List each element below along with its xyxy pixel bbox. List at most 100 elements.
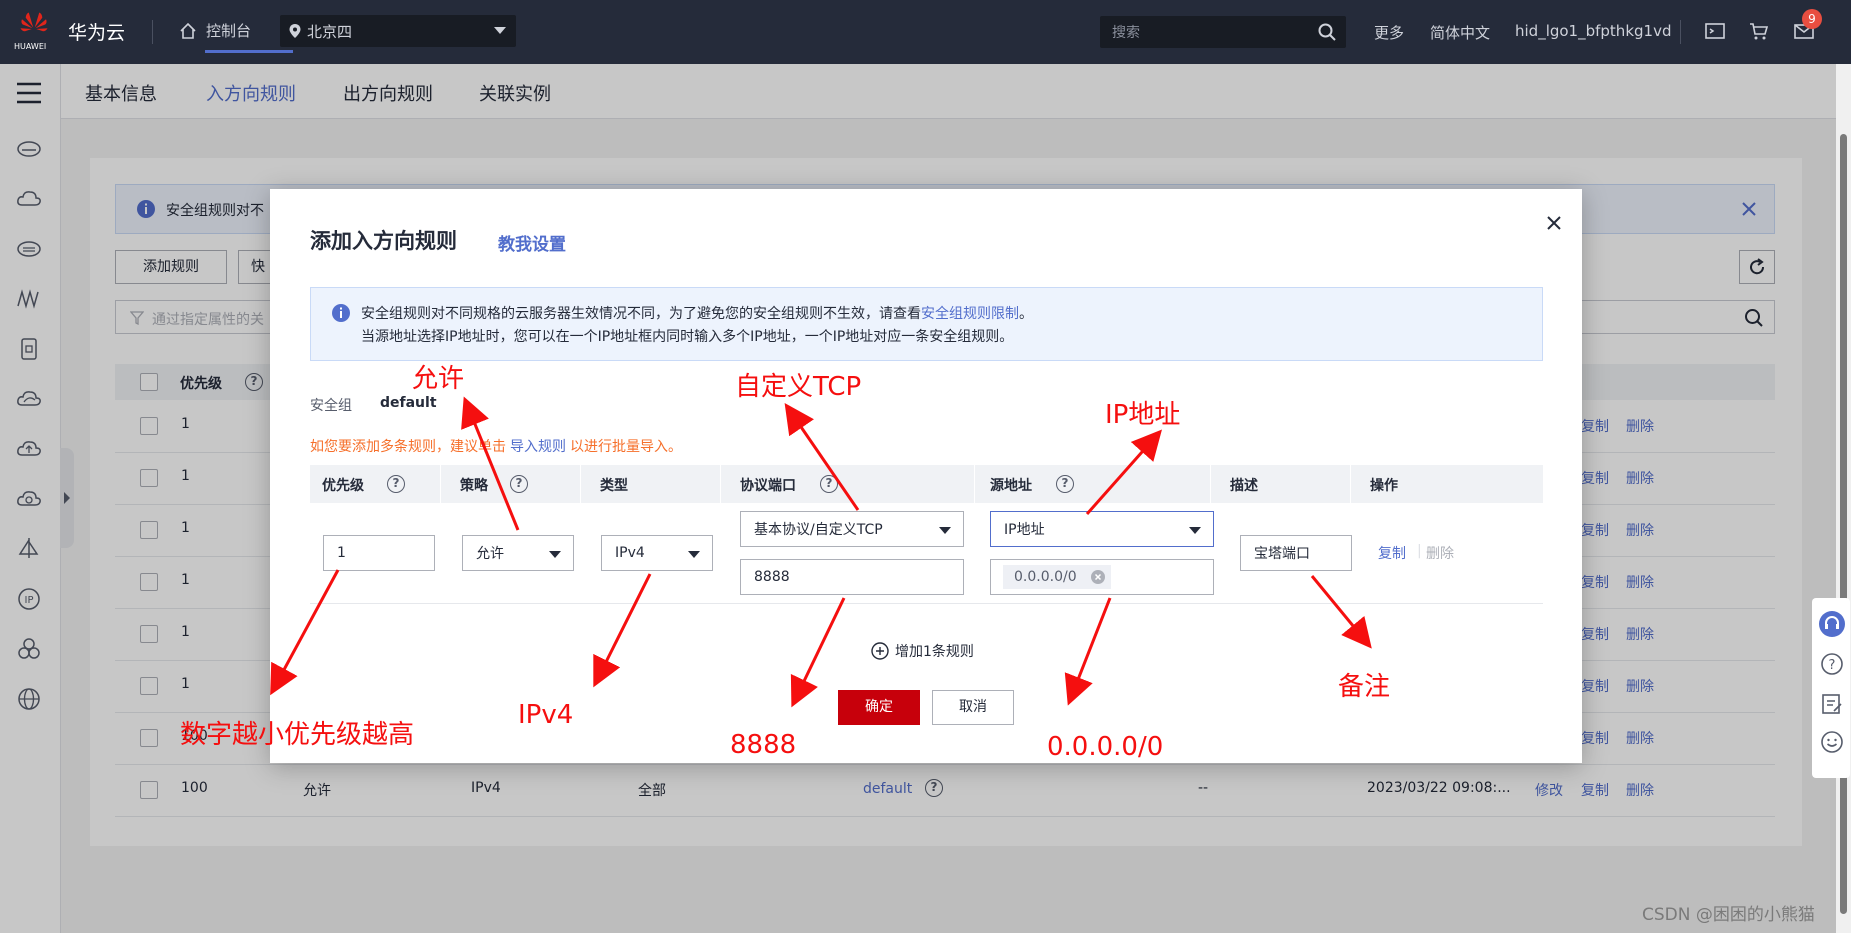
annotation-priority-note: 数字越小优先级越高 (180, 720, 415, 750)
info-alert: 安全组规则对不同规格的云服务器生效情况不同，为了避免您的安全组规则不生效，请查看… (310, 287, 1543, 361)
type-select[interactable]: IPv4 (601, 535, 713, 571)
annotation-remark: 备注 (1338, 672, 1391, 702)
confirm-button[interactable]: 确定 (838, 690, 920, 725)
source-type-select[interactable]: IP地址 (990, 511, 1214, 547)
username[interactable]: hid_lgo1_bfpthkg1vd (1515, 22, 1671, 40)
region-label: 北京四 (307, 22, 353, 41)
column-header-protocol-port: 协议端口 (740, 478, 796, 494)
policy-value: 允许 (476, 546, 504, 562)
rule-limits-link[interactable]: 安全组规则限制 (921, 306, 1019, 322)
cart-icon[interactable] (1748, 20, 1770, 42)
divider (1680, 20, 1681, 44)
help-icon[interactable]: ? (820, 475, 838, 493)
logo-text: HUAWEI (14, 42, 47, 51)
scrollbar-thumb[interactable] (1840, 134, 1847, 914)
import-rules-link[interactable]: 导入规则 (510, 439, 566, 455)
chevron-down-icon (939, 527, 951, 534)
chevron-down-icon (1189, 527, 1201, 534)
divider (720, 465, 721, 503)
info-line-1: 安全组规则对不同规格的云服务器生效情况不同，为了避免您的安全组规则不生效，请查看… (361, 303, 1033, 323)
huawei-logo-icon[interactable] (14, 8, 54, 38)
info-text-end: 。 (1019, 306, 1033, 322)
port-input[interactable]: 8888 (740, 559, 964, 595)
security-group-label: 安全组 (310, 398, 352, 414)
global-search-input[interactable]: 搜索 (1100, 16, 1346, 48)
chevron-down-icon (549, 551, 561, 558)
divider (974, 465, 975, 503)
annotation-allow: 允许 (412, 364, 465, 394)
add-one-rule-button[interactable]: 增加1条规则 (871, 641, 974, 661)
page-scrollbar[interactable] (1836, 64, 1851, 933)
column-header-description: 描述 (1230, 478, 1258, 494)
column-header-actions: 操作 (1370, 478, 1398, 494)
divider: | (1417, 543, 1422, 559)
smiley-icon[interactable] (1820, 730, 1844, 754)
floating-toolbar: ? (1812, 598, 1850, 778)
divider (152, 20, 153, 44)
language-switch[interactable]: 简体中文 (1430, 22, 1490, 43)
help-icon[interactable]: ? (1056, 475, 1074, 493)
divider (1350, 465, 1351, 503)
dialog-title: 添加入方向规则 (310, 229, 457, 253)
feedback-icon[interactable] (1820, 692, 1844, 716)
delete-rule-link[interactable]: 删除 (1426, 543, 1454, 563)
divider (580, 465, 581, 503)
home-icon (180, 22, 196, 39)
annotation-custom-tcp: 自定义TCP (735, 372, 862, 402)
source-type-value: IP地址 (1004, 522, 1045, 538)
top-navbar: HUAWEI 华为云 控制台 北京四 搜索 更多 简体中文 hid_lgo1_b… (0, 0, 1851, 64)
policy-select[interactable]: 允许 (462, 535, 574, 571)
clear-icon[interactable] (1091, 570, 1105, 584)
chevron-down-icon (688, 551, 700, 558)
more-link[interactable]: 更多 (1374, 22, 1404, 43)
ip-tag-label: 0.0.0.0/0 (1014, 569, 1077, 585)
info-text: 安全组规则对不同规格的云服务器生效情况不同，为了避免您的安全组规则不生效，请查看 (361, 306, 921, 322)
annotation-ip-address: IP地址 (1105, 400, 1181, 430)
console-label: 控制台 (206, 22, 252, 40)
annotation-port: 8888 (730, 730, 797, 760)
divider (1210, 465, 1211, 503)
divider (310, 603, 1543, 604)
brand-name[interactable]: 华为云 (68, 18, 125, 45)
region-select[interactable]: 北京四 (280, 15, 516, 47)
info-line-2: 当源地址选择IP地址时，您可以在一个IP地址框内同时输入多个IP地址，一个IP地… (361, 329, 1014, 345)
close-icon[interactable] (1542, 211, 1566, 235)
info-icon (332, 304, 350, 322)
notification-badge: 9 (1802, 9, 1822, 29)
tip-text: 如您要添加多条规则，建议单击 (310, 439, 506, 455)
annotation-ipv4: IPv4 (518, 700, 574, 730)
help-circle-icon[interactable]: ? (1820, 652, 1844, 676)
copy-rule-link[interactable]: 复制 (1378, 543, 1406, 563)
chevron-down-icon (494, 27, 506, 34)
help-setup-link[interactable]: 教我设置 (498, 230, 566, 255)
add-rule-label: 增加1条规则 (895, 644, 974, 660)
search-icon[interactable] (1318, 23, 1336, 41)
protocol-value: 基本协议/自定义TCP (754, 522, 883, 538)
type-value: IPv4 (615, 545, 645, 561)
source-ip-input[interactable]: 0.0.0.0/0 (990, 559, 1214, 595)
description-input[interactable]: 宝塔端口 (1240, 535, 1352, 571)
customer-service-icon[interactable] (1818, 610, 1846, 638)
svg-text:?: ? (1829, 658, 1836, 673)
protocol-select[interactable]: 基本协议/自定义TCP (740, 511, 964, 547)
plus-circle-icon (871, 642, 889, 660)
column-header-priority: 优先级 (322, 478, 364, 494)
rule-table-header: 优先级 ? 策略 ? 类型 协议端口 ? 源地址 ? 描述 操作 (310, 465, 1543, 503)
priority-input[interactable]: 1 (323, 535, 435, 571)
location-pin-icon (289, 24, 301, 38)
search-placeholder: 搜索 (1112, 25, 1140, 41)
tip-text-end: 以进行批量导入。 (570, 439, 682, 455)
help-icon[interactable]: ? (510, 475, 528, 493)
security-group-value: default (380, 395, 437, 411)
divider (440, 465, 441, 503)
watermark: CSDN @困困的小熊猫 (1642, 905, 1815, 925)
console-link[interactable]: 控制台 (178, 20, 251, 41)
annotation-any-ip: 0.0.0.0/0 (1047, 732, 1164, 762)
bulk-import-tip: 如您要添加多条规则，建议单击 导入规则 以进行批量导入。 (310, 436, 682, 456)
terminal-icon[interactable] (1704, 20, 1726, 42)
column-header-type: 类型 (600, 478, 628, 494)
help-icon[interactable]: ? (387, 475, 405, 493)
ip-tag: 0.0.0.0/0 (1003, 565, 1111, 589)
active-tab-indicator (205, 50, 293, 53)
cancel-button[interactable]: 取消 (932, 690, 1014, 725)
